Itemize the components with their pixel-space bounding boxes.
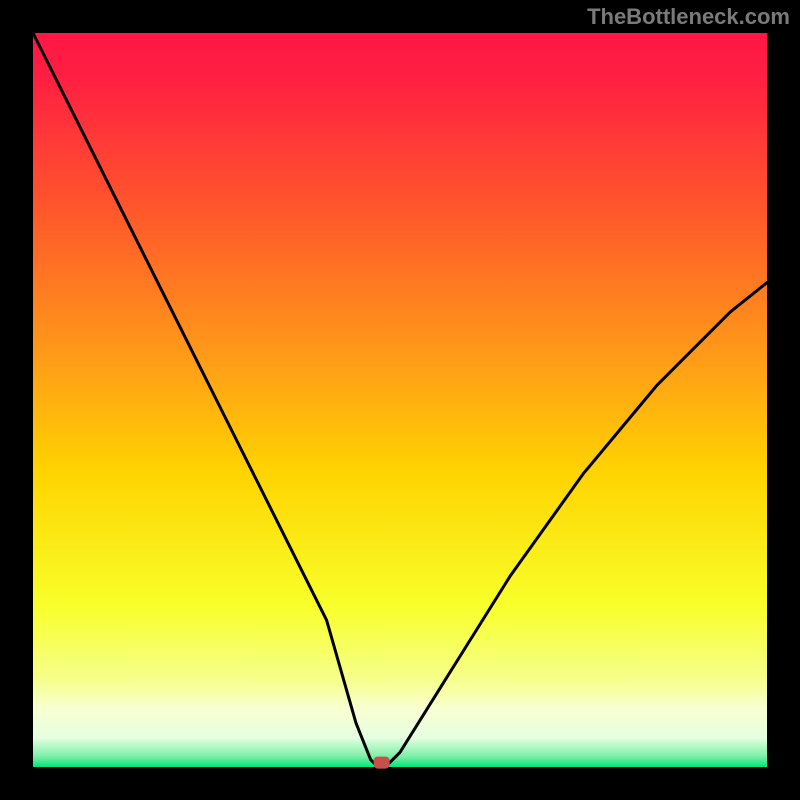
chart-svg: [0, 0, 800, 800]
watermark-text: TheBottleneck.com: [587, 4, 790, 30]
minimum-marker: [374, 757, 390, 769]
chart-container: TheBottleneck.com: [0, 0, 800, 800]
plot-background: [33, 33, 767, 767]
